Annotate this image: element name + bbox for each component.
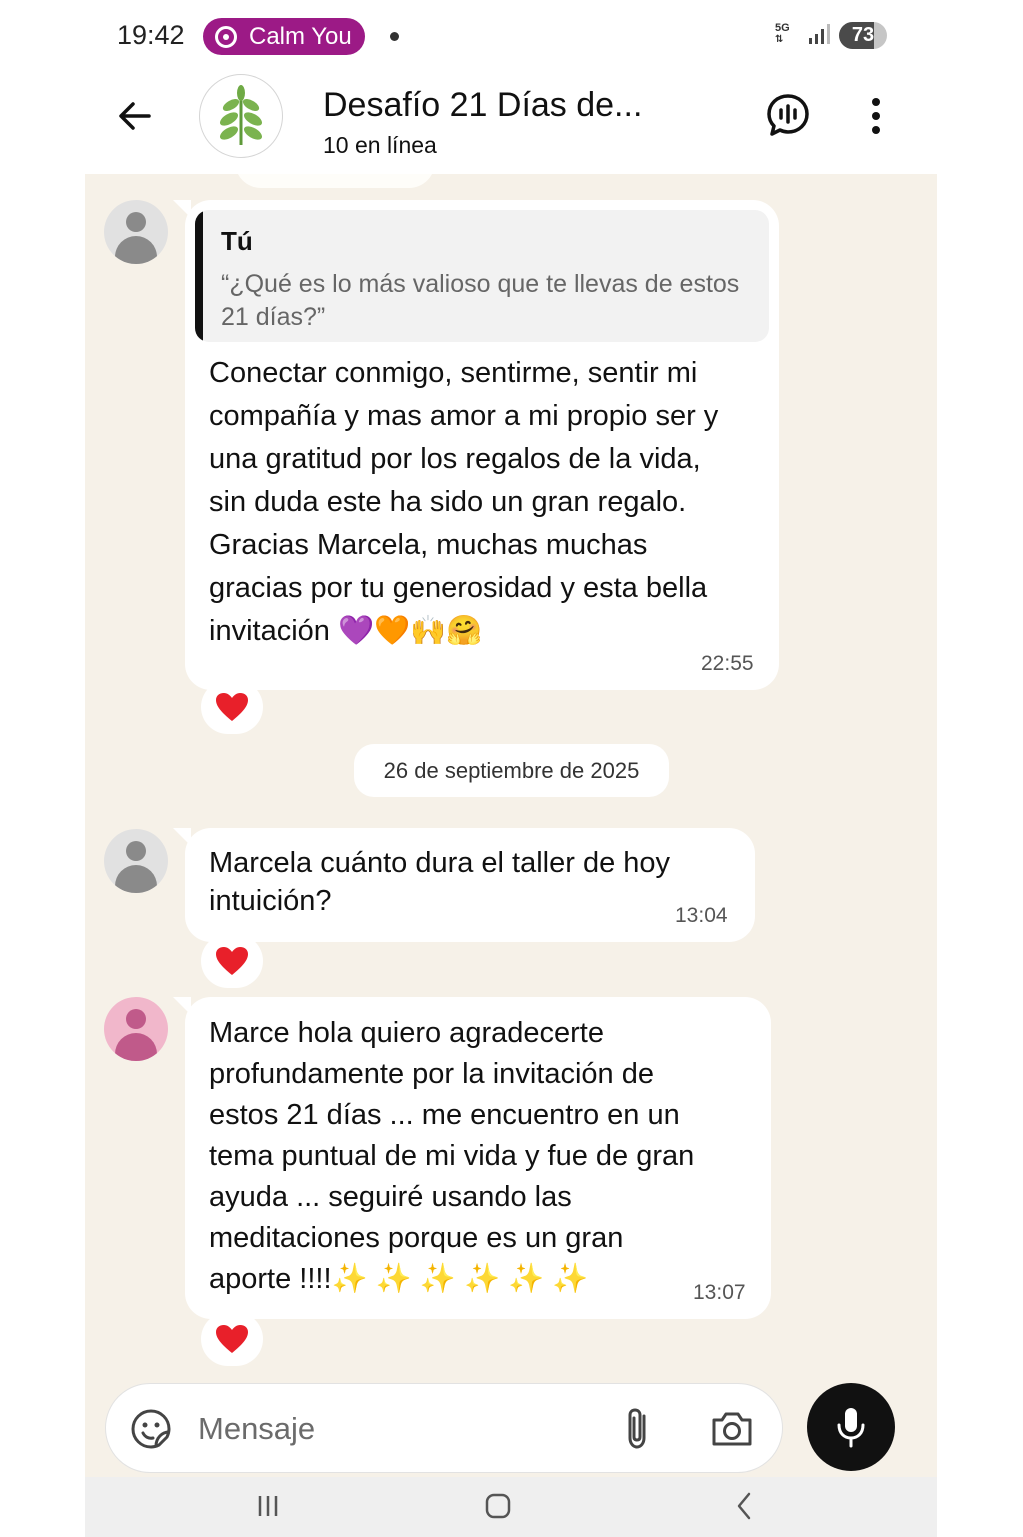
sticker-emoji-icon[interactable] [130,1408,172,1450]
group-avatar[interactable] [199,74,283,158]
heart-icon [216,947,248,975]
reaction-heart[interactable]: ❤️ [201,934,263,988]
network-type: 5G ⇅ [775,22,790,46]
system-nav-bar [85,1477,937,1537]
sender-avatar[interactable] [104,997,168,1061]
notification-pill-label: Calm You [249,22,352,50]
microphone-icon [837,1408,865,1448]
message-list[interactable]: Tú “¿Qué es lo más valioso que te llevas… [85,174,937,1384]
battery-level: 73 [851,24,875,46]
sender-avatar[interactable] [104,200,168,264]
herb-icon [219,85,263,145]
date-separator: 26 de septiembre de 2025 [354,744,669,797]
data-arrows-icon: ⇅ [775,34,784,45]
message-time: 13:07 [693,1281,746,1304]
message-input[interactable] [198,1402,578,1456]
network-label: 5G [775,22,790,34]
heart-icon [216,693,248,721]
notification-dot [390,32,399,41]
quoted-message[interactable]: Tú “¿Qué es lo más valioso que te llevas… [195,210,769,342]
message-composer [105,1383,783,1473]
camera-icon[interactable] [710,1408,754,1450]
message-bubble[interactable]: Tú “¿Qué es lo más valioso que te llevas… [173,200,779,690]
signal-icon [809,24,830,44]
microphone-button[interactable] [807,1383,895,1471]
message-bubble[interactable]: Marce hola quiero agradecerte profundame… [173,997,771,1319]
paperclip-icon[interactable] [618,1406,656,1452]
previous-message-edge [235,174,435,188]
message-text: Marce hola quiero agradecerte profundame… [209,1017,695,1295]
voice-chat-icon[interactable] [765,92,811,138]
message-time: 13:04 [675,904,728,927]
more-vertical-icon[interactable] [861,94,891,138]
back-nav-icon[interactable] [735,1491,753,1521]
recent-apps-icon[interactable] [255,1493,281,1519]
message-text: Conectar conmigo, sentirme, sentir mi co… [209,357,719,647]
reaction-heart[interactable]: ❤️ [201,1312,263,1366]
status-bar: 19:42 Calm You 5G ⇅ 73 [85,0,937,72]
heart-icon [216,1325,248,1353]
message-text: Marcela cuánto dura el taller de hoy int… [209,847,671,917]
calm-you-notification-pill[interactable]: Calm You [203,18,365,55]
sender-avatar[interactable] [104,829,168,893]
arrow-left-icon[interactable] [115,94,159,138]
online-count: 10 en línea [323,132,437,158]
battery-indicator: 73 [839,22,887,49]
home-icon[interactable] [485,1493,511,1519]
status-time: 19:42 [117,20,185,50]
chat-header: Desafío 21 Días de... 10 en línea [85,72,937,174]
chat-title[interactable]: Desafío 21 Días de... [323,86,642,125]
phone-screen: 19:42 Calm You 5G ⇅ 73 Desafío 21 Días d… [85,0,937,1537]
quote-text: “¿Qué es lo más valioso que te llevas de… [221,270,740,331]
reaction-heart[interactable]: ❤️ [201,680,263,734]
message-bubble[interactable]: Marcela cuánto dura el taller de hoy int… [173,828,755,942]
message-time: 22:55 [701,652,754,675]
target-icon [215,25,237,48]
quote-author: Tú [221,226,253,256]
